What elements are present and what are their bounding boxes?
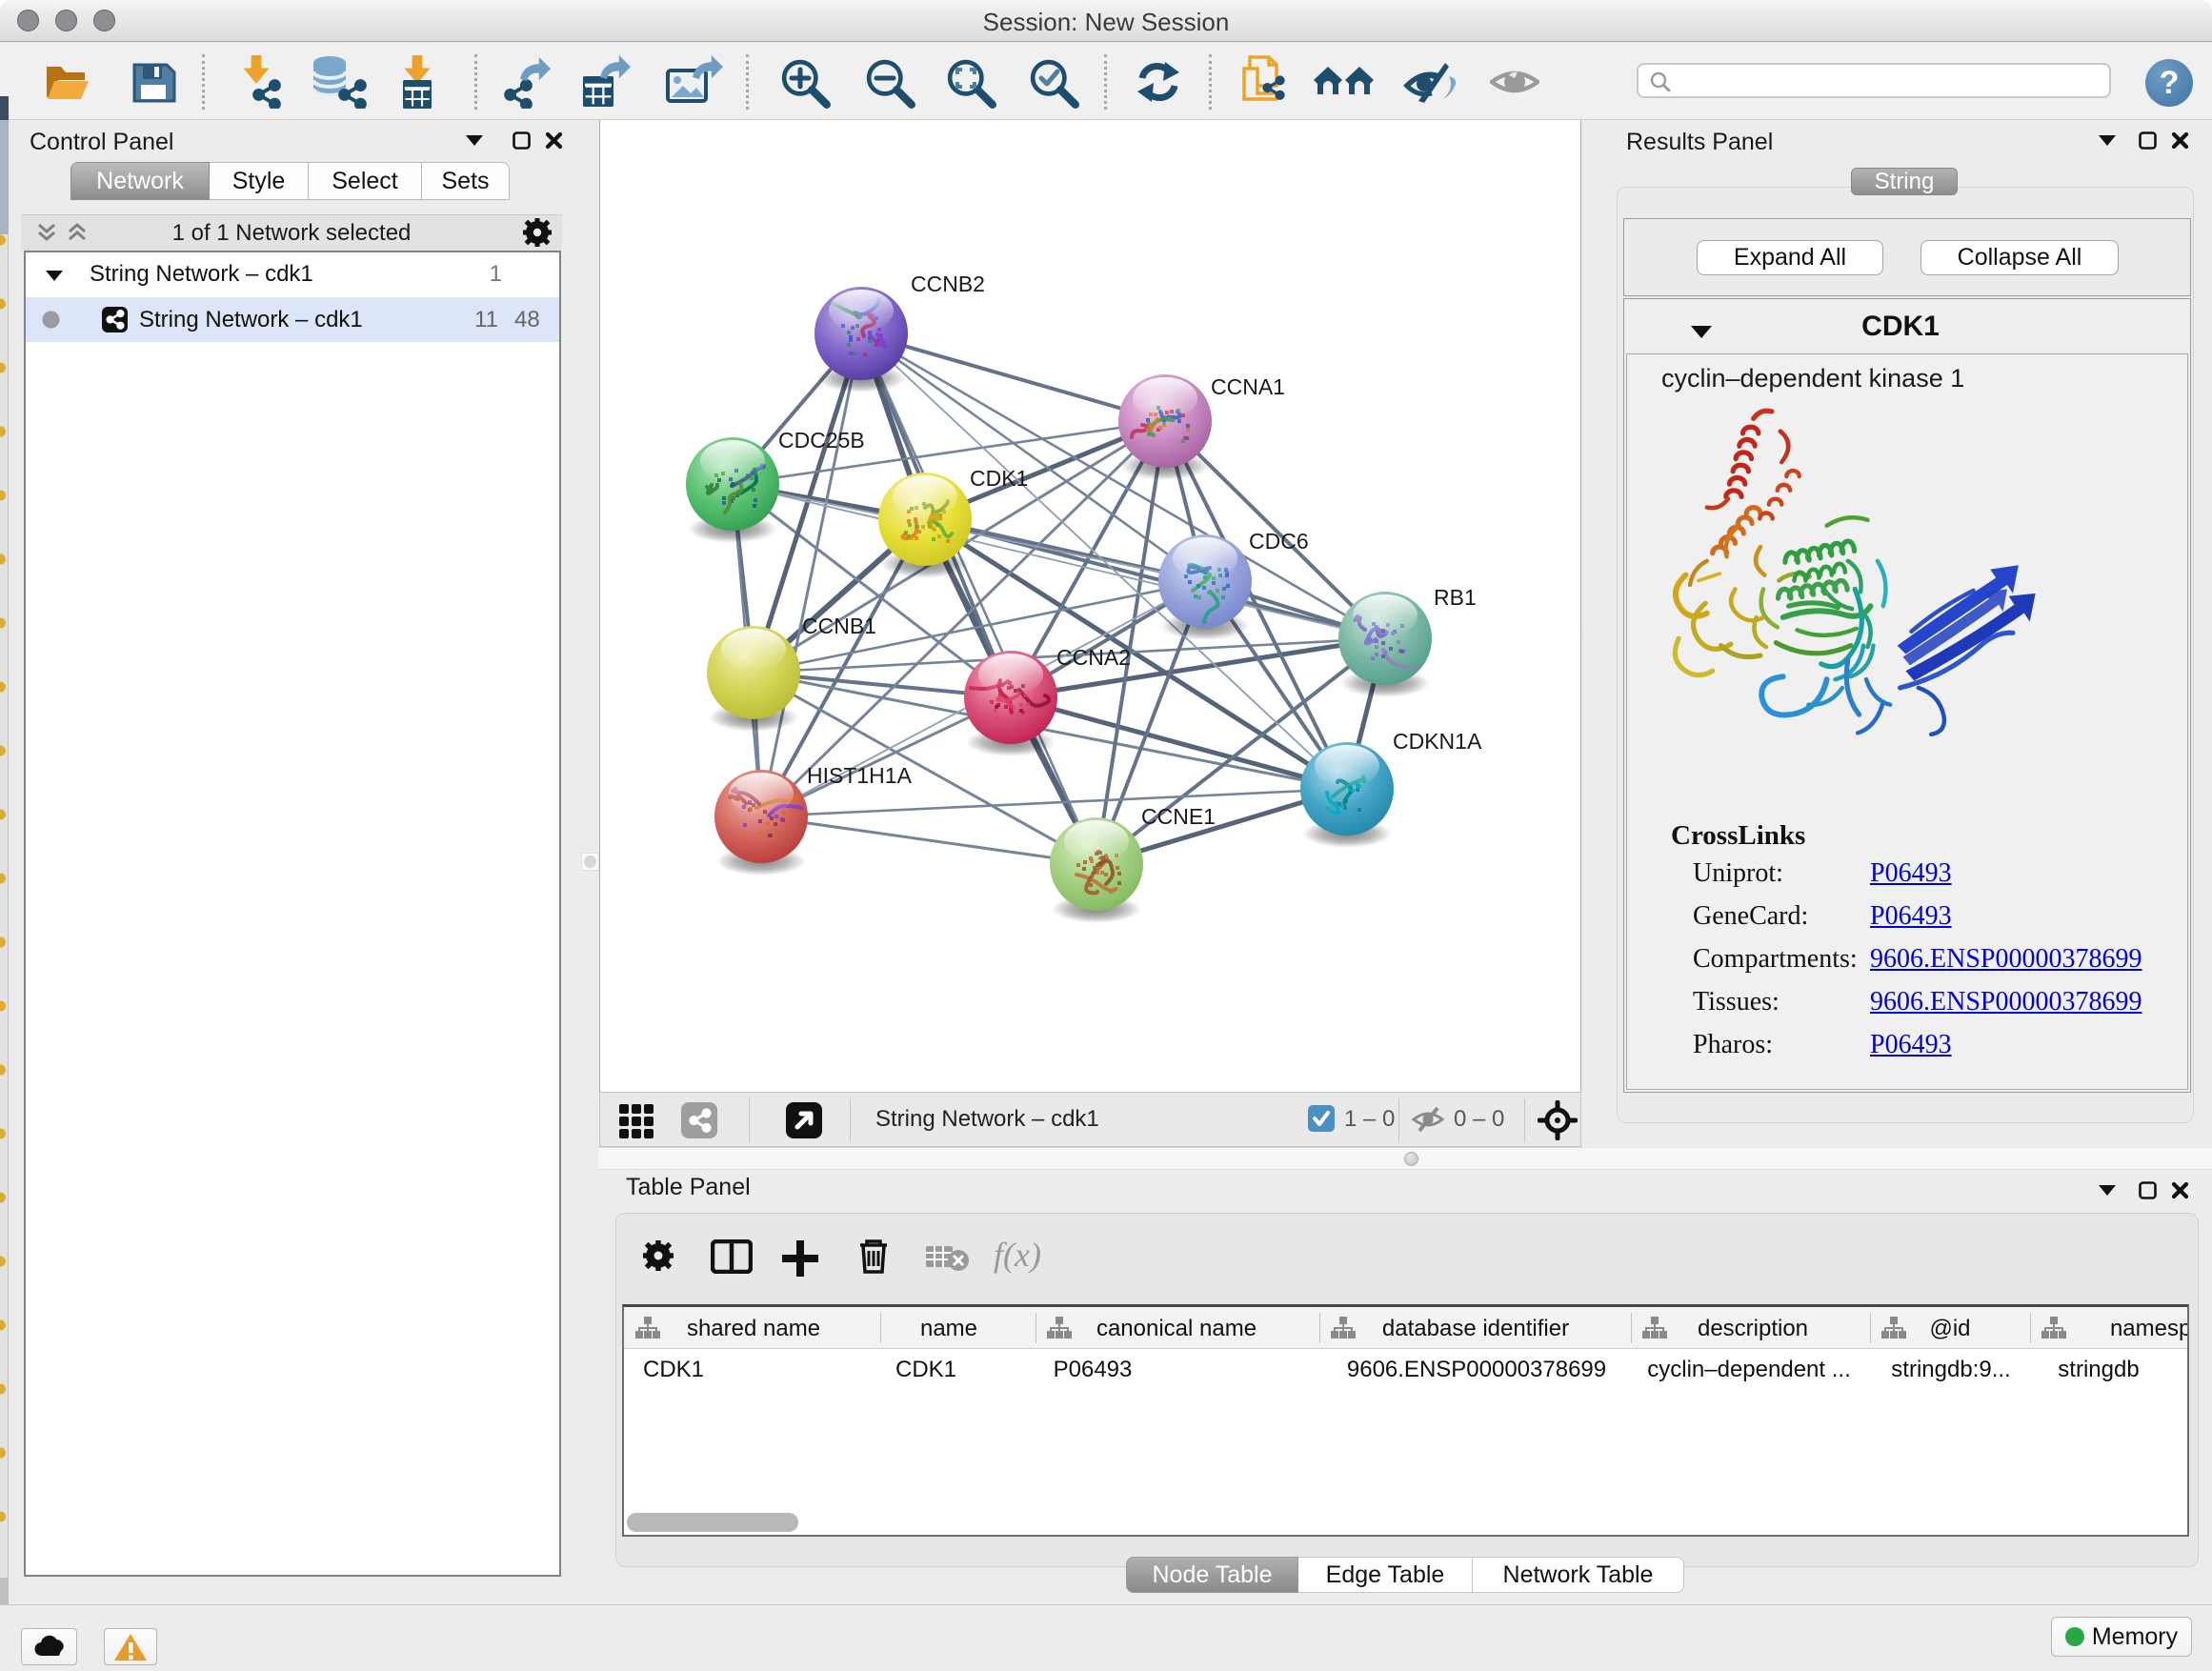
svg-text:CDKN1A: CDKN1A: [1393, 729, 1482, 754]
svg-text:RB1: RB1: [1434, 585, 1477, 610]
svg-text:CCNA1: CCNA1: [1211, 374, 1285, 399]
svg-text:CCNB2: CCNB2: [911, 272, 985, 296]
svg-text:CCNB1: CCNB1: [802, 614, 876, 638]
svg-text:HIST1H1A: HIST1H1A: [807, 763, 913, 788]
svg-text:CDC6: CDC6: [1249, 529, 1309, 554]
svg-text:CDK1: CDK1: [970, 466, 1028, 491]
svg-text:CCNA2: CCNA2: [1056, 645, 1131, 670]
svg-text:CDC25B: CDC25B: [778, 428, 865, 453]
svg-text:CCNE1: CCNE1: [1141, 804, 1216, 829]
